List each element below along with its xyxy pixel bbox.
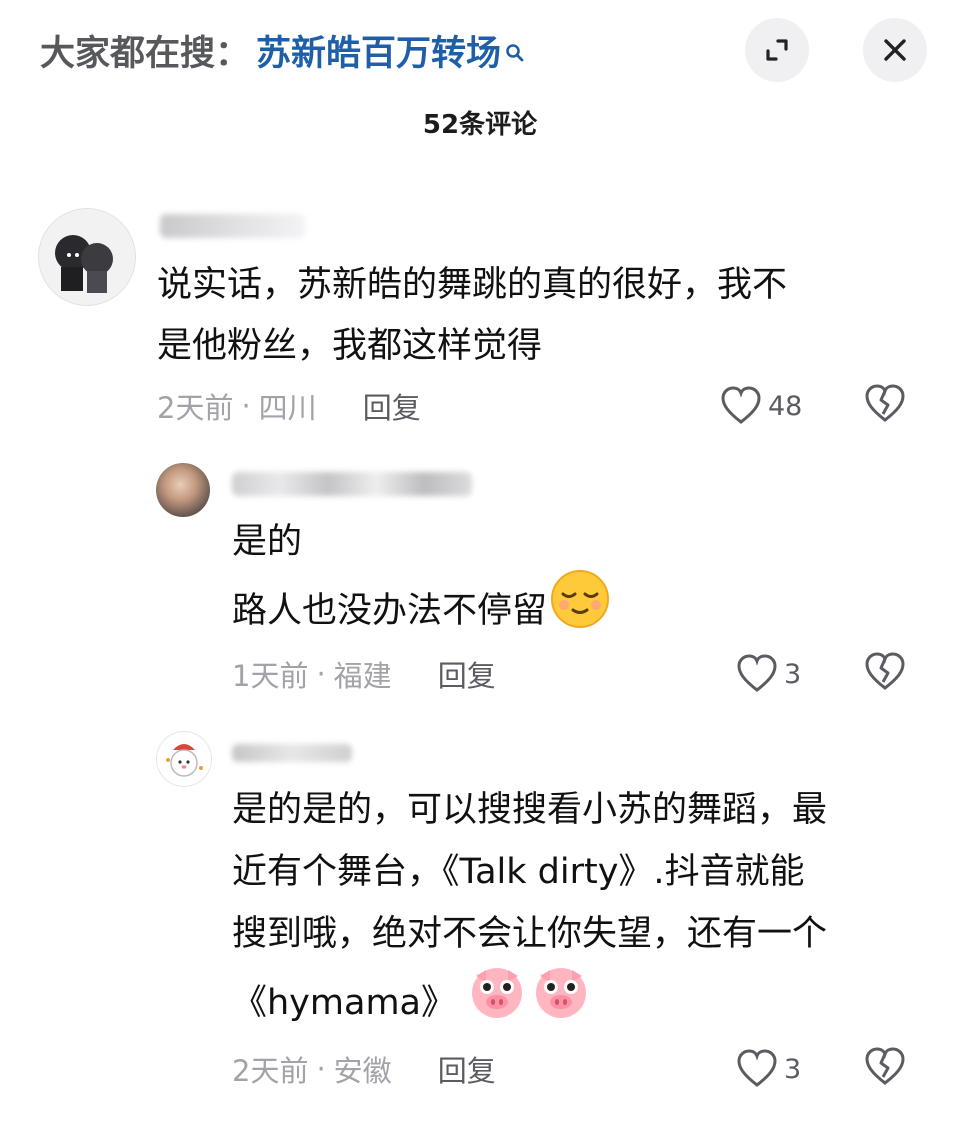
broken-heart-icon xyxy=(865,384,905,422)
comment-location: 福建 xyxy=(333,659,392,693)
comment-location: 四川 xyxy=(258,391,317,425)
search-suggestion-prefix: 大家都在搜： xyxy=(40,33,251,74)
comment-count-title: 52条评论 xyxy=(422,110,538,140)
close-icon xyxy=(884,39,906,61)
meta-separator: · xyxy=(316,657,326,691)
expand-icon xyxy=(766,39,788,61)
like-button[interactable]: 48 xyxy=(720,384,802,428)
heart-icon xyxy=(721,386,761,424)
dislike-button[interactable] xyxy=(864,652,906,696)
search-suggestion[interactable]: 大家都在搜： 苏新皓百万转场 xyxy=(40,22,525,78)
comment-text-line: 是他粉丝，我都这样觉得 xyxy=(157,326,543,366)
reply-button[interactable]: 回复 xyxy=(363,385,421,427)
username-blurred[interactable] xyxy=(232,472,472,496)
comment-text: 《hymama》 xyxy=(232,983,456,1023)
pig-face-emoji xyxy=(468,962,526,1040)
avatar[interactable] xyxy=(38,208,136,306)
comment-meta: 2天前 · 四川 回复 xyxy=(157,386,421,426)
dislike-button[interactable] xyxy=(864,384,906,428)
comment-text-line: 是的 xyxy=(232,522,303,562)
reply-button[interactable]: 回复 xyxy=(438,1048,496,1090)
comment-location: 安徽 xyxy=(333,1054,392,1088)
like-button[interactable]: 3 xyxy=(736,652,801,696)
pig-face-emoji xyxy=(532,962,590,1040)
expand-button[interactable] xyxy=(745,18,809,82)
heart-icon xyxy=(737,654,777,692)
avatar[interactable] xyxy=(156,731,212,787)
comment-text-line: 是的是的，可以搜搜看小苏的舞蹈，最 xyxy=(232,790,828,830)
broken-heart-icon xyxy=(865,1047,905,1085)
like-count: 3 xyxy=(784,1053,802,1085)
comment-text-line: 近有个舞台，《Talk dirty》.抖音就能 xyxy=(232,852,805,892)
comment-text-line: 说实话，苏新皓的舞跳的真的很好，我不 xyxy=(157,265,788,305)
username-blurred[interactable] xyxy=(232,744,352,762)
meta-separator: · xyxy=(241,389,251,423)
comment-time: 1天前 xyxy=(232,659,309,693)
comment-text-line: 搜到哦，绝对不会让你失望，还有一个 xyxy=(232,914,828,954)
meta-separator: · xyxy=(316,1052,326,1086)
like-button[interactable]: 3 xyxy=(736,1047,801,1091)
close-button[interactable] xyxy=(863,18,927,82)
like-count: 3 xyxy=(784,658,802,690)
relieved-face-emoji xyxy=(549,568,611,650)
search-icon[interactable] xyxy=(505,32,525,62)
comment-time: 2天前 xyxy=(232,1054,309,1088)
heart-icon xyxy=(737,1049,777,1087)
comment-meta: 2天前 · 安徽 回复 xyxy=(232,1049,496,1089)
reply-button[interactable]: 回复 xyxy=(438,653,496,695)
avatar[interactable] xyxy=(156,463,210,517)
comment-text-line: 《hymama》 xyxy=(232,968,590,1040)
comment-text-line: 路人也没办法不停留 xyxy=(232,570,611,650)
search-suggestion-term[interactable]: 苏新皓百万转场 xyxy=(256,25,501,76)
comment-time: 2天前 xyxy=(157,391,234,425)
comment-meta: 1天前 · 福建 回复 xyxy=(232,654,496,694)
username-blurred[interactable] xyxy=(160,214,305,238)
comment-text: 路人也没办法不停留 xyxy=(232,591,548,631)
dislike-button[interactable] xyxy=(864,1047,906,1091)
like-count: 48 xyxy=(768,390,803,422)
broken-heart-icon xyxy=(865,652,905,690)
